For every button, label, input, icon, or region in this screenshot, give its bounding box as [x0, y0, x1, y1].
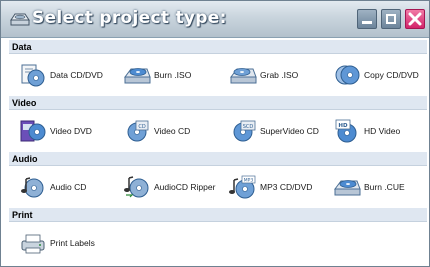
supervideo-cd-option[interactable]: SCD SuperVideo CD — [229, 119, 319, 143]
option-label: Video DVD — [50, 126, 92, 136]
mp3-cd-dvd-option[interactable]: MP3 MP3 CD/DVD — [229, 175, 312, 199]
print-labels-icon — [21, 234, 45, 254]
audio-cd-option[interactable]: Audio CD — [19, 175, 86, 199]
select-project-window: Select project type: Data Data CD/DVD Bu… — [0, 0, 430, 267]
option-label: SuperVideo CD — [260, 126, 319, 136]
hd-video-option[interactable]: HD HD Video — [333, 119, 400, 143]
video-cd-icon: CD — [127, 120, 149, 142]
svg-text:CD: CD — [138, 124, 145, 130]
section-header-audio: Audio — [9, 152, 427, 166]
copy-disc-icon — [335, 65, 360, 85]
option-label: MP3 CD/DVD — [260, 182, 313, 192]
video-cd-option[interactable]: CD Video CD — [123, 119, 190, 143]
option-label: AudioCD Ripper — [154, 182, 216, 192]
hd-video-icon: HD — [335, 119, 357, 143]
mp3-disc-icon: MP3 — [229, 175, 256, 199]
copy-cd-dvd-option[interactable]: Copy CD/DVD — [333, 63, 419, 87]
maximize-button[interactable] — [381, 9, 401, 29]
data-cd-dvd-option[interactable]: Data CD/DVD — [19, 63, 103, 87]
close-button[interactable] — [405, 9, 425, 29]
section-header-print: Print — [9, 208, 427, 222]
minimize-button[interactable] — [357, 9, 377, 29]
svg-text:MP3: MP3 — [244, 178, 254, 184]
title-bar[interactable]: Select project type: — [1, 1, 429, 38]
option-label: Copy CD/DVD — [364, 70, 419, 80]
window-title: Select project type: — [32, 8, 227, 28]
print-labels-option[interactable]: Print Labels — [19, 231, 95, 255]
svg-text:SCD: SCD — [243, 124, 254, 130]
video-dvd-icon — [20, 120, 46, 142]
svg-text:HD: HD — [338, 123, 348, 129]
audio-cd-icon — [21, 177, 44, 198]
supervideo-cd-icon: SCD — [233, 120, 256, 142]
section-header-data: Data — [9, 40, 427, 54]
burn-cue-option[interactable]: Burn .CUE — [333, 175, 405, 199]
burn-iso-icon — [124, 68, 151, 84]
option-label: Video CD — [154, 126, 191, 136]
audiocd-ripper-option[interactable]: AudioCD Ripper — [123, 175, 215, 199]
burn-cue-icon — [334, 180, 361, 196]
audiocd-ripper-icon — [124, 176, 149, 198]
video-dvd-option[interactable]: Video DVD — [19, 119, 92, 143]
grab-iso-icon — [230, 68, 257, 84]
close-icon — [408, 12, 422, 26]
option-label: Print Labels — [50, 238, 95, 248]
option-label: Data CD/DVD — [50, 70, 103, 80]
data-disc-icon — [21, 64, 45, 87]
option-label: Burn .CUE — [364, 182, 405, 192]
option-label: Audio CD — [50, 182, 87, 192]
section-header-video: Video — [9, 96, 427, 110]
burn-iso-option[interactable]: Burn .ISO — [123, 63, 191, 87]
project-type-list: Data Data CD/DVD Burn .ISO Grab .ISO Cop… — [9, 38, 427, 264]
option-label: Burn .ISO — [154, 70, 192, 80]
option-label: HD Video — [364, 126, 401, 136]
disc-drive-icon — [10, 13, 30, 26]
option-label: Grab .ISO — [260, 70, 299, 80]
grab-iso-option[interactable]: Grab .ISO — [229, 63, 298, 87]
